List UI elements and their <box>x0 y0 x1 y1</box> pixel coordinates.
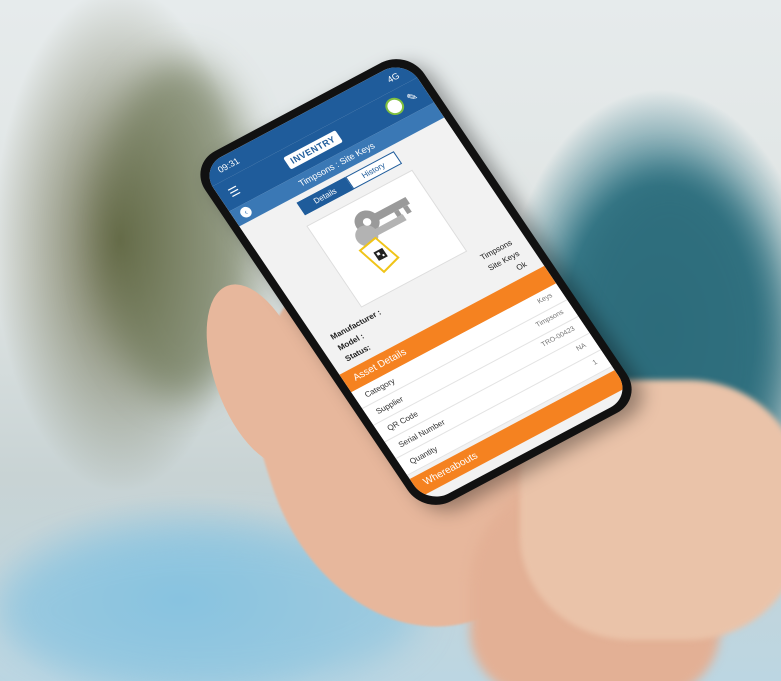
pencil-icon[interactable]: ✎ <box>404 89 421 105</box>
hamburger-icon[interactable]: ☰ <box>226 183 243 200</box>
back-arrow-icon[interactable]: ‹ <box>237 204 254 220</box>
status-network: 4G <box>385 70 402 85</box>
detail-value: NA <box>575 342 588 353</box>
background-photo: 09:31 4G ☰ INVENTRY ✎ ‹ Timpsons : Site … <box>0 0 781 681</box>
detail-value: 1 <box>591 358 599 367</box>
status-value: Ok <box>514 259 529 273</box>
detail-value: Keys <box>536 292 555 306</box>
avatar[interactable] <box>381 94 408 119</box>
